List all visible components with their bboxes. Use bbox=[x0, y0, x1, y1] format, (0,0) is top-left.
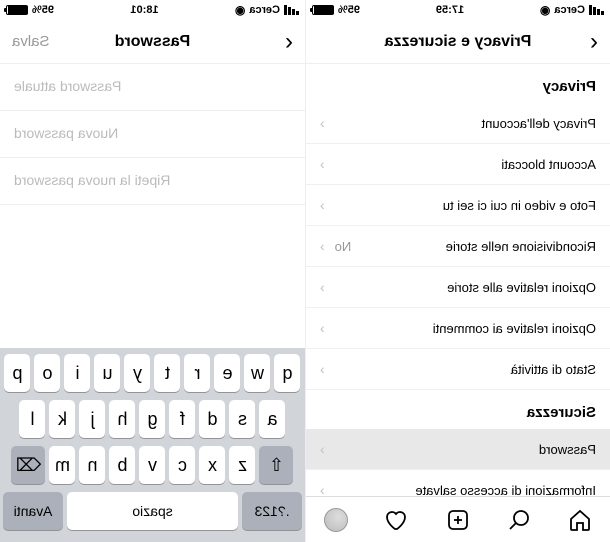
chevron-right-icon: › bbox=[320, 361, 325, 377]
key-y[interactable]: y bbox=[125, 354, 151, 392]
key-c[interactable]: c bbox=[170, 446, 196, 484]
chevron-right-icon: › bbox=[320, 441, 325, 457]
search-tab[interactable] bbox=[507, 508, 531, 532]
nav-title: Privacy e sicurezza bbox=[306, 33, 610, 51]
shift-key[interactable]: ⇧ bbox=[260, 446, 294, 484]
key-q[interactable]: q bbox=[275, 354, 301, 392]
nav-bar: ‹ Privacy e sicurezza bbox=[306, 20, 610, 64]
value-label: No bbox=[335, 239, 352, 254]
home-tab[interactable] bbox=[568, 508, 592, 532]
section-header-privacy: Privacy bbox=[306, 64, 610, 103]
add-tab[interactable] bbox=[446, 508, 470, 532]
keyboard: q w e r t y u i o p a s d f g h j k l bbox=[0, 348, 305, 542]
back-button[interactable]: ‹ bbox=[590, 28, 598, 56]
key-g[interactable]: g bbox=[140, 400, 166, 438]
chevron-right-icon: › bbox=[320, 238, 325, 254]
item-activity-status[interactable]: Stato di attività› bbox=[306, 349, 610, 390]
next-key[interactable]: Avanti bbox=[3, 492, 63, 530]
password-form bbox=[0, 64, 305, 348]
nav-bar: ‹ Password Salva bbox=[0, 20, 305, 64]
key-t[interactable]: t bbox=[155, 354, 181, 392]
kb-row-4: .?123 spazio Avanti bbox=[3, 492, 302, 530]
battery-percent: 95% bbox=[32, 4, 54, 16]
save-button[interactable]: Salva bbox=[12, 33, 50, 50]
item-account-privacy[interactable]: Privacy dell'account› bbox=[306, 103, 610, 144]
key-k[interactable]: k bbox=[50, 400, 76, 438]
time-label: 17:59 bbox=[436, 4, 464, 16]
key-l[interactable]: l bbox=[20, 400, 46, 438]
current-password-row bbox=[0, 64, 305, 111]
carrier-label: Cerca bbox=[554, 4, 585, 16]
chevron-right-icon: › bbox=[320, 197, 325, 213]
key-d[interactable]: d bbox=[200, 400, 226, 438]
battery-icon bbox=[312, 5, 334, 15]
item-comment-options[interactable]: Opzioni relative ai commenti› bbox=[306, 308, 610, 349]
chevron-right-icon: › bbox=[320, 482, 325, 496]
tab-bar bbox=[306, 496, 610, 542]
item-password[interactable]: Password› bbox=[306, 429, 610, 470]
new-password-input[interactable] bbox=[14, 125, 291, 141]
kb-row-2: a s d f g h j k l bbox=[3, 400, 302, 438]
key-x[interactable]: x bbox=[200, 446, 226, 484]
chevron-right-icon: › bbox=[320, 156, 325, 172]
item-story-resharing[interactable]: Ricondivisione nelle storieNo› bbox=[306, 226, 610, 267]
key-o[interactable]: o bbox=[35, 354, 61, 392]
repeat-password-row bbox=[0, 158, 305, 205]
carrier-label: Cerca bbox=[249, 4, 280, 16]
settings-list[interactable]: Privacy Privacy dell'account› Account bl… bbox=[306, 64, 610, 496]
chevron-right-icon: › bbox=[320, 279, 325, 295]
key-v[interactable]: v bbox=[140, 446, 166, 484]
signal-icon bbox=[589, 5, 604, 15]
repeat-password-input[interactable] bbox=[14, 172, 291, 188]
key-e[interactable]: e bbox=[215, 354, 241, 392]
key-a[interactable]: a bbox=[260, 400, 286, 438]
status-bar: Cerca ◉ 18:01 95% bbox=[0, 0, 305, 20]
kb-row-3: ⇧ z x c v b n m ⌫ bbox=[3, 446, 302, 484]
key-b[interactable]: b bbox=[110, 446, 136, 484]
battery-icon bbox=[6, 5, 28, 15]
key-w[interactable]: w bbox=[245, 354, 271, 392]
profile-tab[interactable] bbox=[324, 508, 348, 532]
key-u[interactable]: u bbox=[95, 354, 121, 392]
wifi-icon: ◉ bbox=[235, 3, 245, 17]
symbols-key[interactable]: .?123 bbox=[242, 492, 302, 530]
status-bar: Cerca ◉ 17:59 95% bbox=[306, 0, 610, 20]
key-m[interactable]: m bbox=[50, 446, 76, 484]
key-p[interactable]: p bbox=[5, 354, 31, 392]
item-saved-login[interactable]: Informazioni di accesso salvate› bbox=[306, 470, 610, 496]
item-story-options[interactable]: Opzioni relative alle storie› bbox=[306, 267, 610, 308]
key-f[interactable]: f bbox=[170, 400, 196, 438]
signal-icon bbox=[284, 5, 299, 15]
item-blocked-accounts[interactable]: Account bloccati› bbox=[306, 144, 610, 185]
section-header-security: Sicurezza bbox=[306, 390, 610, 429]
key-z[interactable]: z bbox=[230, 446, 256, 484]
key-n[interactable]: n bbox=[80, 446, 106, 484]
item-photos-of-you[interactable]: Foto e video in cui ci sei tu› bbox=[306, 185, 610, 226]
key-s[interactable]: s bbox=[230, 400, 256, 438]
new-password-row bbox=[0, 111, 305, 158]
chevron-right-icon: › bbox=[320, 320, 325, 336]
key-i[interactable]: i bbox=[65, 354, 91, 392]
backspace-key[interactable]: ⌫ bbox=[12, 446, 46, 484]
back-button[interactable]: ‹ bbox=[285, 28, 293, 56]
key-j[interactable]: j bbox=[80, 400, 106, 438]
battery-percent: 95% bbox=[338, 4, 360, 16]
password-change-screen: Cerca ◉ 18:01 95% ‹ Password Salva bbox=[0, 0, 305, 542]
time-label: 18:01 bbox=[130, 4, 158, 16]
chevron-right-icon: › bbox=[320, 115, 325, 131]
key-r[interactable]: r bbox=[185, 354, 211, 392]
wifi-icon: ◉ bbox=[540, 3, 550, 17]
activity-tab[interactable] bbox=[385, 508, 409, 532]
privacy-security-screen: Cerca ◉ 17:59 95% ‹ Privacy e sicurezza … bbox=[305, 0, 610, 542]
kb-row-1: q w e r t y u i o p bbox=[3, 354, 302, 392]
space-key[interactable]: spazio bbox=[67, 492, 238, 530]
current-password-input[interactable] bbox=[14, 78, 291, 94]
key-h[interactable]: h bbox=[110, 400, 136, 438]
